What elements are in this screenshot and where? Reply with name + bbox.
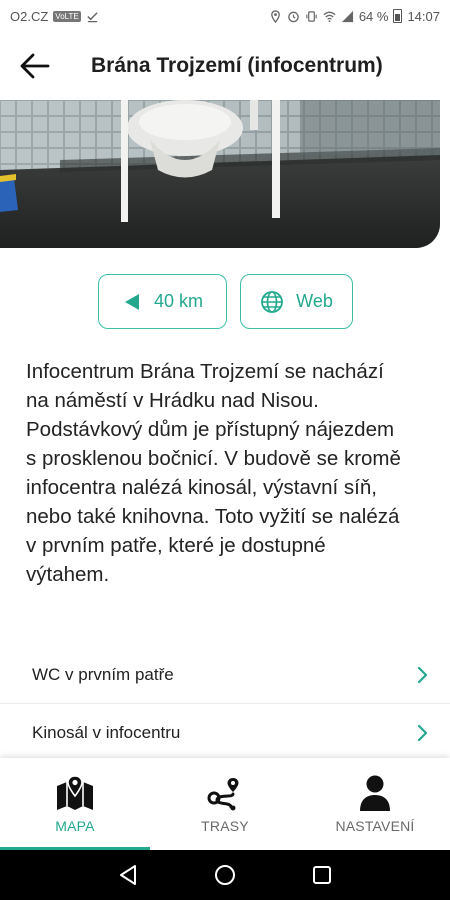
chevron-right-icon [417,666,428,683]
system-recents-button[interactable] [307,860,337,890]
status-left: O2.CZ VoLTE [10,9,99,24]
wifi-icon [323,11,336,22]
user-icon [360,775,390,811]
globe-icon [261,290,284,313]
nav-label-mapa: MAPA [55,818,95,834]
battery-percent: 64 % [358,8,389,24]
map-icon [57,775,93,810]
toilet-photo [0,100,440,248]
location-icon [270,9,280,23]
feature-list: WC v prvním patře Kinosál v infocentru [0,646,450,762]
place-photo [0,100,440,248]
check-icon [87,11,98,22]
nav-label-trasy: TRASY [201,818,249,834]
nav-tab-mapa[interactable]: MAPA [0,758,150,850]
nav-label-nastaveni: NASTAVENÍ [335,818,415,834]
list-item-wc[interactable]: WC v prvním patře [0,646,450,704]
square-recents-icon [312,866,331,884]
navigation-arrow-icon [124,293,139,310]
chevron-right-icon [417,724,428,742]
system-navigation-bar [0,850,450,900]
list-item-label: Kinosál v infocentru [32,723,181,742]
nav-tab-trasy[interactable]: TRASY [150,758,300,850]
navigate-button[interactable]: 40 km [98,274,227,329]
signal-icon [341,10,353,22]
clock: 14:07 [407,8,440,24]
web-button[interactable]: Web [240,274,353,329]
list-item-label: WC v prvním patře [32,664,174,684]
circle-home-icon [214,865,235,885]
vibrate-icon [306,10,317,22]
distance-label: 40 km [153,291,204,311]
arrow-back-icon [20,53,50,79]
route-icon [207,778,239,811]
nav-tab-nastaveni[interactable]: NASTAVENÍ [300,758,450,850]
triangle-back-icon [120,865,137,885]
system-back-button[interactable] [113,860,143,890]
list-item-cinema[interactable]: Kinosál v infocentru [0,704,450,762]
web-label: Web [296,291,333,311]
status-right: 64 % 14:07 [269,9,440,24]
alarm-icon [288,11,299,22]
battery-icon [393,9,403,23]
bottom-navigation: MAPA TRASY NASTAVENÍ [0,758,450,850]
page-title: Brána Trojzemí (infocentrum) [91,54,383,77]
status-bar: O2.CZ VoLTE 64 % 14:07 [0,0,450,32]
volte-badge: VoLTE [53,10,81,22]
app-header: Brána Trojzemí (infocentrum) [0,32,450,100]
carrier-name: O2.CZ [10,8,49,24]
place-description: Infocentrum Brána Trojzemí se nachází na… [26,360,401,586]
system-home-button[interactable] [210,860,240,890]
action-buttons: 40 km Web [98,274,353,329]
back-button[interactable] [0,32,70,100]
